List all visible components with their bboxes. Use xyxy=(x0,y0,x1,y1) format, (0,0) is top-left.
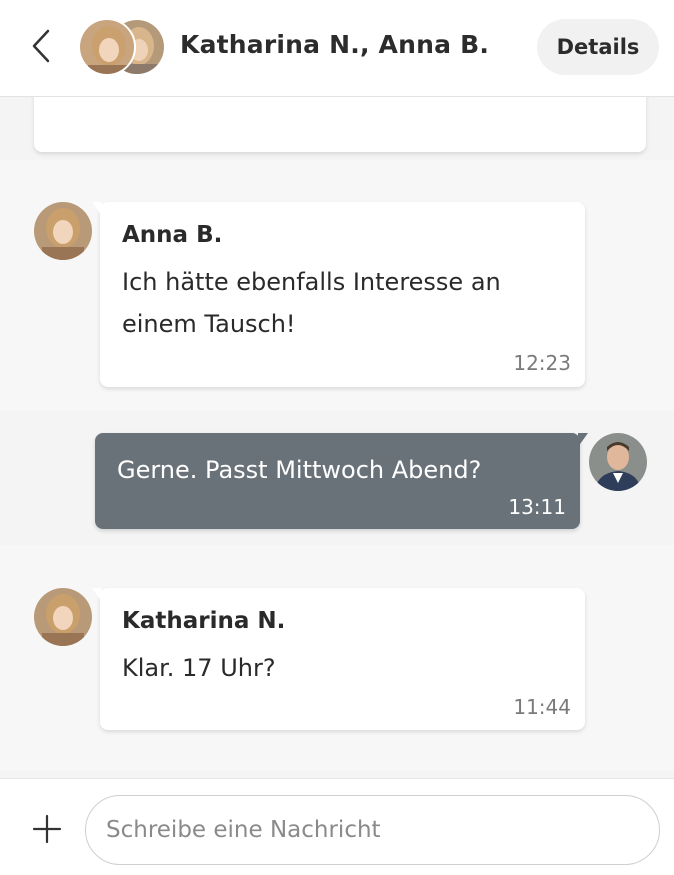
plus-icon xyxy=(32,814,62,844)
message-sender: Katharina N. xyxy=(122,608,286,634)
chat-title: Katharina N., Anna B. xyxy=(180,30,490,59)
chat-header: Katharina N., Anna B. Details xyxy=(0,0,674,97)
message-text: Klar. 17 Uhr? xyxy=(122,654,276,682)
message-bubble-incoming[interactable]: Anna B. Ich hätte ebenfalls Interesse an… xyxy=(92,202,585,387)
avatar xyxy=(589,433,647,491)
avatar xyxy=(34,202,92,260)
message-text: Ich hätte ebenfalls Interesse an xyxy=(122,268,501,296)
message-bubble-outgoing[interactable]: Gerne. Passt Mittwoch Abend? 13:11 xyxy=(95,433,588,529)
details-button[interactable]: Details xyxy=(537,19,659,75)
message-time: 13:11 xyxy=(508,495,566,519)
message-time: 11:44 xyxy=(513,695,571,719)
message-input[interactable] xyxy=(85,795,660,865)
group-avatar[interactable] xyxy=(78,18,168,78)
avatar xyxy=(78,18,136,76)
bubble-tail xyxy=(92,588,102,602)
message-bubble-incoming[interactable]: Katharina N. Klar. 17 Uhr? 11:44 xyxy=(92,588,585,730)
chevron-left-icon xyxy=(32,29,50,63)
bubble-tail xyxy=(92,202,102,216)
avatar xyxy=(34,588,92,646)
message-sender: Anna B. xyxy=(122,222,223,248)
bubble-tail xyxy=(578,433,588,447)
add-attachment-button[interactable] xyxy=(32,814,62,844)
message-time: 12:23 xyxy=(513,351,571,375)
message-composer xyxy=(0,778,674,875)
message-text: Gerne. Passt Mittwoch Abend? xyxy=(117,456,482,484)
back-button[interactable] xyxy=(26,28,56,64)
message-text: einem Tausch! xyxy=(122,310,296,338)
